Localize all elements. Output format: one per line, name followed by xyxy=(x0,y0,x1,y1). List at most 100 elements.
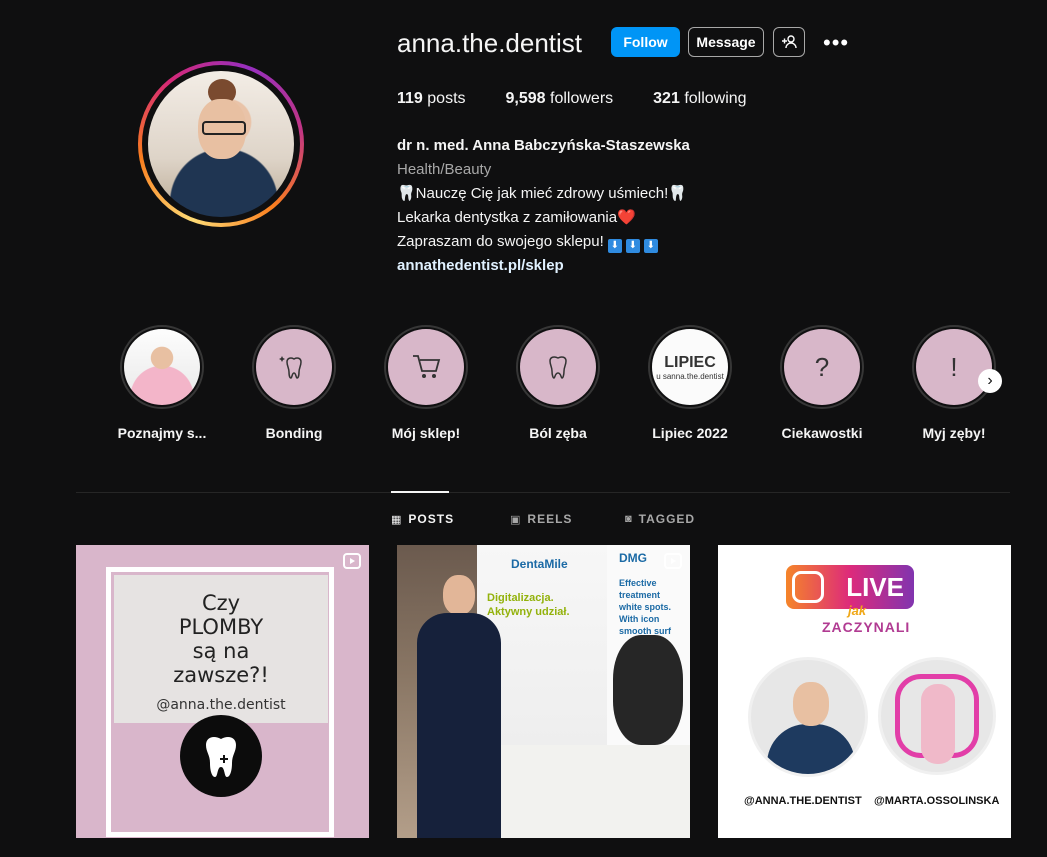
post-banner-line: white spots. xyxy=(619,602,672,612)
highlight-label: Poznajmy s... xyxy=(117,425,207,441)
arrow-down-icon: ⬇ xyxy=(607,239,622,253)
person-body xyxy=(417,613,501,838)
add-user-icon xyxy=(782,35,797,49)
highlight-label: Lipiec 2022 xyxy=(652,425,728,441)
post-handle: @ANNA.THE.DENTIST xyxy=(744,795,862,807)
highlight-ring: LIPIEC u sanna.the.dentist xyxy=(648,325,732,409)
post-title-line: PLOMBY xyxy=(178,615,264,639)
post-title-line: są na xyxy=(192,639,250,663)
cart-icon xyxy=(388,329,464,405)
highlight-ring: ? xyxy=(780,325,864,409)
avatar-border xyxy=(142,65,300,223)
message-button[interactable]: Message xyxy=(688,27,764,57)
highlight-label: Myj zęby! xyxy=(922,425,986,441)
grid-icon: ▦ xyxy=(391,513,403,526)
highlight-ciekawostki[interactable]: ? Ciekawostki xyxy=(767,325,877,441)
profile-bio: dr n. med. Anna Babczyńska-Staszewska He… xyxy=(397,134,690,278)
post-dog-image xyxy=(613,635,683,745)
guest-photo-1 xyxy=(748,657,868,777)
tab-posts[interactable]: ▦ POSTS xyxy=(391,512,454,526)
post-title-line: Czy xyxy=(201,591,241,615)
post-title: Czy PLOMBY są na zawsze?! xyxy=(114,591,328,687)
post-live[interactable]: LIVE jak ZACZYNALI @ANNA.THE.DENTIST @MA… xyxy=(718,545,1011,838)
tabs-divider xyxy=(76,492,1010,493)
highlight-bol-zeba[interactable]: Ból zęba xyxy=(503,325,613,441)
more-options-icon[interactable]: ••• xyxy=(823,30,849,56)
posts-count: 119 posts xyxy=(397,90,466,108)
tab-tagged-label: TAGGED xyxy=(638,512,696,526)
bio-line-3-text: Zapraszam do swojego sklepu! xyxy=(397,233,604,250)
followers-label: followers xyxy=(550,90,614,107)
profile-avatar-ring[interactable] xyxy=(138,61,304,227)
followers-value: 9,598 xyxy=(505,90,546,107)
photo-person xyxy=(921,684,955,764)
tooth-icon xyxy=(520,329,596,405)
post-jak: jak xyxy=(848,603,867,618)
lipiec-cover-sub: u sanna.the.dentist xyxy=(656,371,724,381)
chevron-right-icon[interactable]: › xyxy=(978,369,1002,393)
highlight-ring xyxy=(120,325,204,409)
highlight-poznajmy[interactable]: Poznajmy s... xyxy=(107,325,217,441)
tab-tagged[interactable]: ◙ TAGGED xyxy=(625,512,695,526)
highlight-bonding[interactable]: Bonding xyxy=(239,325,349,441)
post-brand: DentaMile xyxy=(511,557,568,571)
bio-link[interactable]: annathedentist.pl/sklep xyxy=(397,254,690,278)
highlight-ring: ! xyxy=(912,325,996,409)
highlight-ring xyxy=(384,325,468,409)
following-value: 321 xyxy=(653,90,680,107)
highlight-label: Ból zęba xyxy=(529,425,587,441)
suggested-users-button[interactable] xyxy=(773,27,805,57)
question-icon: ? xyxy=(784,329,860,405)
highlight-label: Ciekawostki xyxy=(781,425,863,441)
profile-stats: 119 posts 9,598 followers 321 following xyxy=(397,90,787,108)
post-brand: DMG xyxy=(619,551,647,565)
highlight-photo-cover xyxy=(124,329,200,405)
profile-username: anna.the.dentist xyxy=(397,28,583,58)
guest-photo-2 xyxy=(878,657,996,775)
photo-face xyxy=(793,682,829,726)
post-conference[interactable]: DentaMile DMG Digitalizacja. Aktywny udz… xyxy=(397,545,690,838)
highlight-lipiec-2022[interactable]: LIPIEC u sanna.the.dentist Lipiec 2022 xyxy=(635,325,745,441)
bio-line-3: Zapraszam do swojego sklepu! ⬇ ⬇ ⬇ xyxy=(397,230,690,254)
posts-value: 119 xyxy=(397,90,423,107)
post-title-line: zawsze?! xyxy=(173,663,269,687)
reel-icon xyxy=(664,553,682,569)
post-table xyxy=(497,745,690,838)
tab-reels[interactable]: ▣ REELS xyxy=(510,512,572,526)
post-banner-line: Effective treatment xyxy=(619,578,661,600)
tagged-icon: ◙ xyxy=(625,513,633,525)
active-tab-indicator xyxy=(391,491,449,493)
bio-line-1: 🦷Nauczę Cię jak mieć zdrowy uśmiech!🦷 xyxy=(397,185,687,202)
follow-button[interactable]: Follow xyxy=(611,27,680,57)
photo-shirt xyxy=(767,724,855,774)
sparkle-tooth-icon xyxy=(256,329,332,405)
instagram-icon xyxy=(792,571,824,603)
highlight-label: Mój sklep! xyxy=(391,425,461,441)
reels-icon: ▣ xyxy=(510,513,522,526)
post-plomby[interactable]: Czy PLOMBY są na zawsze?! @anna.the.dent… xyxy=(76,545,369,838)
post-handle: @anna.the.dentist xyxy=(156,697,286,713)
bio-line-2: Lekarka dentystka z zamiłowania❤️ xyxy=(397,209,636,226)
post-banner-line: With icon smooth surf xyxy=(619,614,672,636)
highlight-label: Bonding xyxy=(265,425,323,441)
post-card: Czy PLOMBY są na zawsze?! @anna.the.dent… xyxy=(114,575,328,723)
profile-full-name: dr n. med. Anna Babczyńska-Staszewska xyxy=(397,137,690,154)
post-subtitle: ZACZYNALI xyxy=(822,619,911,635)
reel-icon xyxy=(343,553,361,569)
lipiec-cover-title: LIPIEC xyxy=(664,353,716,371)
arrow-down-icon: ⬇ xyxy=(625,239,640,253)
post-person xyxy=(409,575,509,838)
tab-reels-label: REELS xyxy=(527,512,573,526)
avatar[interactable] xyxy=(148,71,294,217)
tab-posts-label: POSTS xyxy=(408,512,455,526)
avatar-glasses xyxy=(202,121,246,135)
following-label: following xyxy=(684,90,747,107)
following-count[interactable]: 321 following xyxy=(653,90,746,108)
followers-count[interactable]: 9,598 followers xyxy=(506,90,614,108)
post-handle: @MARTA.OSSOLINSKA xyxy=(874,795,1000,807)
lipiec-cover: LIPIEC u sanna.the.dentist xyxy=(652,329,728,405)
post-banner-text: Effective treatment white spots. With ic… xyxy=(619,577,690,637)
highlight-ring xyxy=(516,325,600,409)
highlight-moj-sklep[interactable]: Mój sklep! xyxy=(371,325,481,441)
arrow-down-icon: ⬇ xyxy=(643,239,658,253)
